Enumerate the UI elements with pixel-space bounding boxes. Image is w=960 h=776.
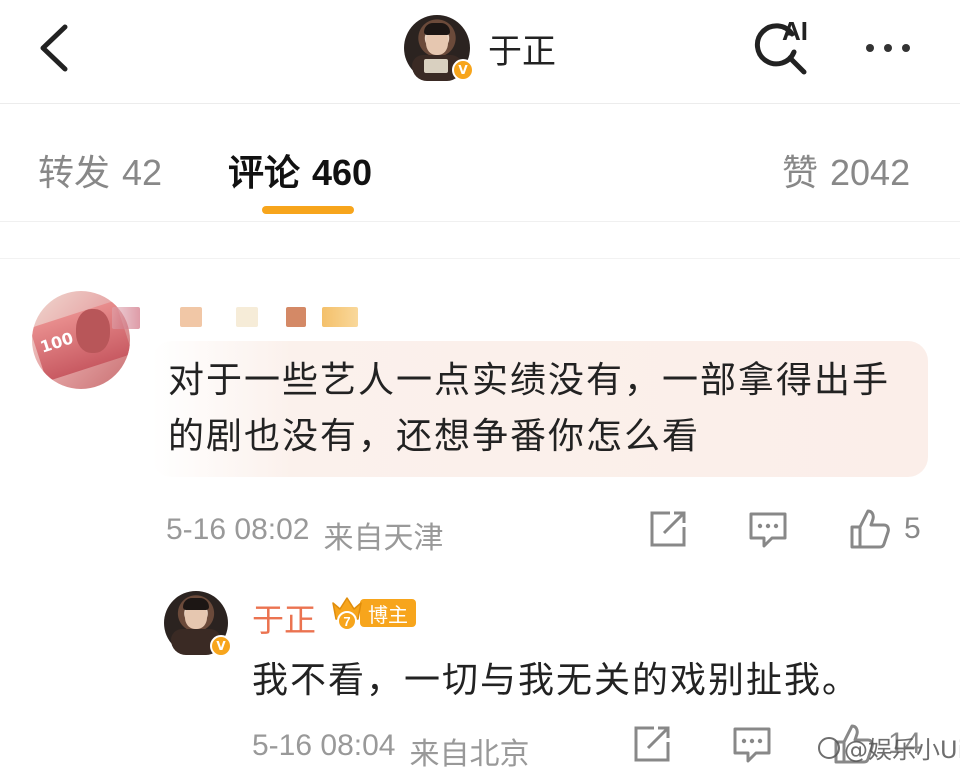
verified-badge-icon: V xyxy=(210,635,232,657)
post-author[interactable]: V 于正 xyxy=(404,14,556,82)
like-button[interactable]: 5 xyxy=(848,507,921,551)
active-tab-indicator xyxy=(262,206,354,214)
tab-label: 评论 xyxy=(228,153,301,194)
chevron-left-icon xyxy=(40,24,68,72)
replier-name[interactable]: 于正 xyxy=(252,595,316,641)
weibo-logo-icon xyxy=(818,736,840,759)
more-dots-icon xyxy=(866,44,874,52)
tab-bar: 转发 42 评论 460 赞 2042 xyxy=(0,104,960,222)
tab-label: 转发 xyxy=(38,153,111,194)
watermark-text: @娱乐小Uio xyxy=(844,736,960,764)
commenter-avatar[interactable]: 100 xyxy=(32,291,130,389)
tab-like[interactable]: 赞 2042 xyxy=(782,144,910,196)
reply-button[interactable] xyxy=(748,507,788,551)
comment-meta: 5-16 08:02 来自天津 xyxy=(166,513,443,557)
verified-badge-icon: V xyxy=(452,59,474,81)
like-count: 5 xyxy=(904,512,921,545)
comment-icon xyxy=(749,512,787,548)
author-name[interactable]: 于正 xyxy=(488,24,556,73)
tab-count: 42 xyxy=(122,152,163,193)
reply-meta: 5-16 08:04 来自北京 xyxy=(252,729,529,773)
svg-text:7: 7 xyxy=(343,614,350,629)
comment-icon xyxy=(733,727,771,763)
replier-avatar[interactable]: V xyxy=(164,591,232,657)
commenter-name-blurred[interactable] xyxy=(112,307,140,329)
reply-text: 我不看，一切与我无关的戏别扯我。 xyxy=(252,660,861,701)
comment-item: 100 对于一些艺人一点实绩没有，一部拿得出手的剧也没有，还想争番你怎么看 5-… xyxy=(0,258,960,772)
more-button[interactable] xyxy=(856,28,920,68)
reply-time: 5-16 08:04 xyxy=(252,729,396,762)
author-avatar[interactable]: V xyxy=(404,15,474,81)
comment-text: 对于一些艺人一点实绩没有，一部拿得出手的剧也没有，还想争番你怎么看 xyxy=(168,360,891,457)
share-button[interactable] xyxy=(648,507,688,551)
tab-count: 2042 xyxy=(830,152,911,193)
share-icon xyxy=(650,511,686,547)
tab-repost[interactable]: 转发 42 xyxy=(38,144,162,196)
blogger-tag: 博主 xyxy=(360,599,416,627)
comment-location: 来自天津 xyxy=(323,521,444,556)
back-button[interactable] xyxy=(28,18,80,78)
blogger-badge: 7 博主 xyxy=(330,595,416,631)
reply-location: 来自北京 xyxy=(409,737,530,772)
share-icon xyxy=(634,726,670,762)
tab-label: 赞 xyxy=(782,153,819,194)
tab-comment[interactable]: 评论 460 xyxy=(228,144,372,196)
comment-time: 5-16 08:02 xyxy=(166,513,310,546)
reply-comment-button[interactable] xyxy=(732,721,772,767)
thumbs-up-icon xyxy=(850,509,890,549)
ai-search-button[interactable]: AI xyxy=(748,16,820,80)
crown-level-icon: 7 xyxy=(330,595,364,631)
watermark: @娱乐小Uio xyxy=(818,730,960,765)
tab-count: 460 xyxy=(312,152,373,193)
reply-share-button[interactable] xyxy=(632,721,672,767)
top-nav-bar: V 于正 AI xyxy=(0,0,960,104)
ai-label: AI xyxy=(782,16,808,46)
